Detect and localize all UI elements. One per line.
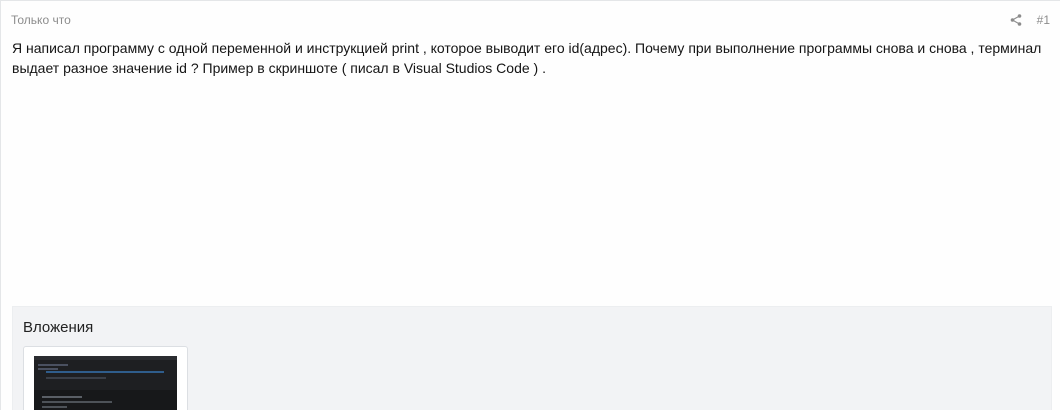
post-header: Только что #1 <box>11 11 1050 29</box>
post-time[interactable]: Только что <box>11 13 71 27</box>
post-number-link[interactable]: #1 <box>1037 13 1050 27</box>
forum-post: Только что #1 Я написал программу с одно… <box>0 0 1060 410</box>
attachment-screenshot-image <box>34 356 177 410</box>
post-body-text: Я написал программу с одной переменной и… <box>12 40 1042 76</box>
attachment-thumbnail[interactable] <box>23 346 188 410</box>
share-icon[interactable] <box>1009 13 1023 27</box>
post-actions: #1 <box>1009 13 1050 27</box>
attachments-block: Вложения <box>12 306 1052 410</box>
attachments-title: Вложения <box>23 319 94 336</box>
